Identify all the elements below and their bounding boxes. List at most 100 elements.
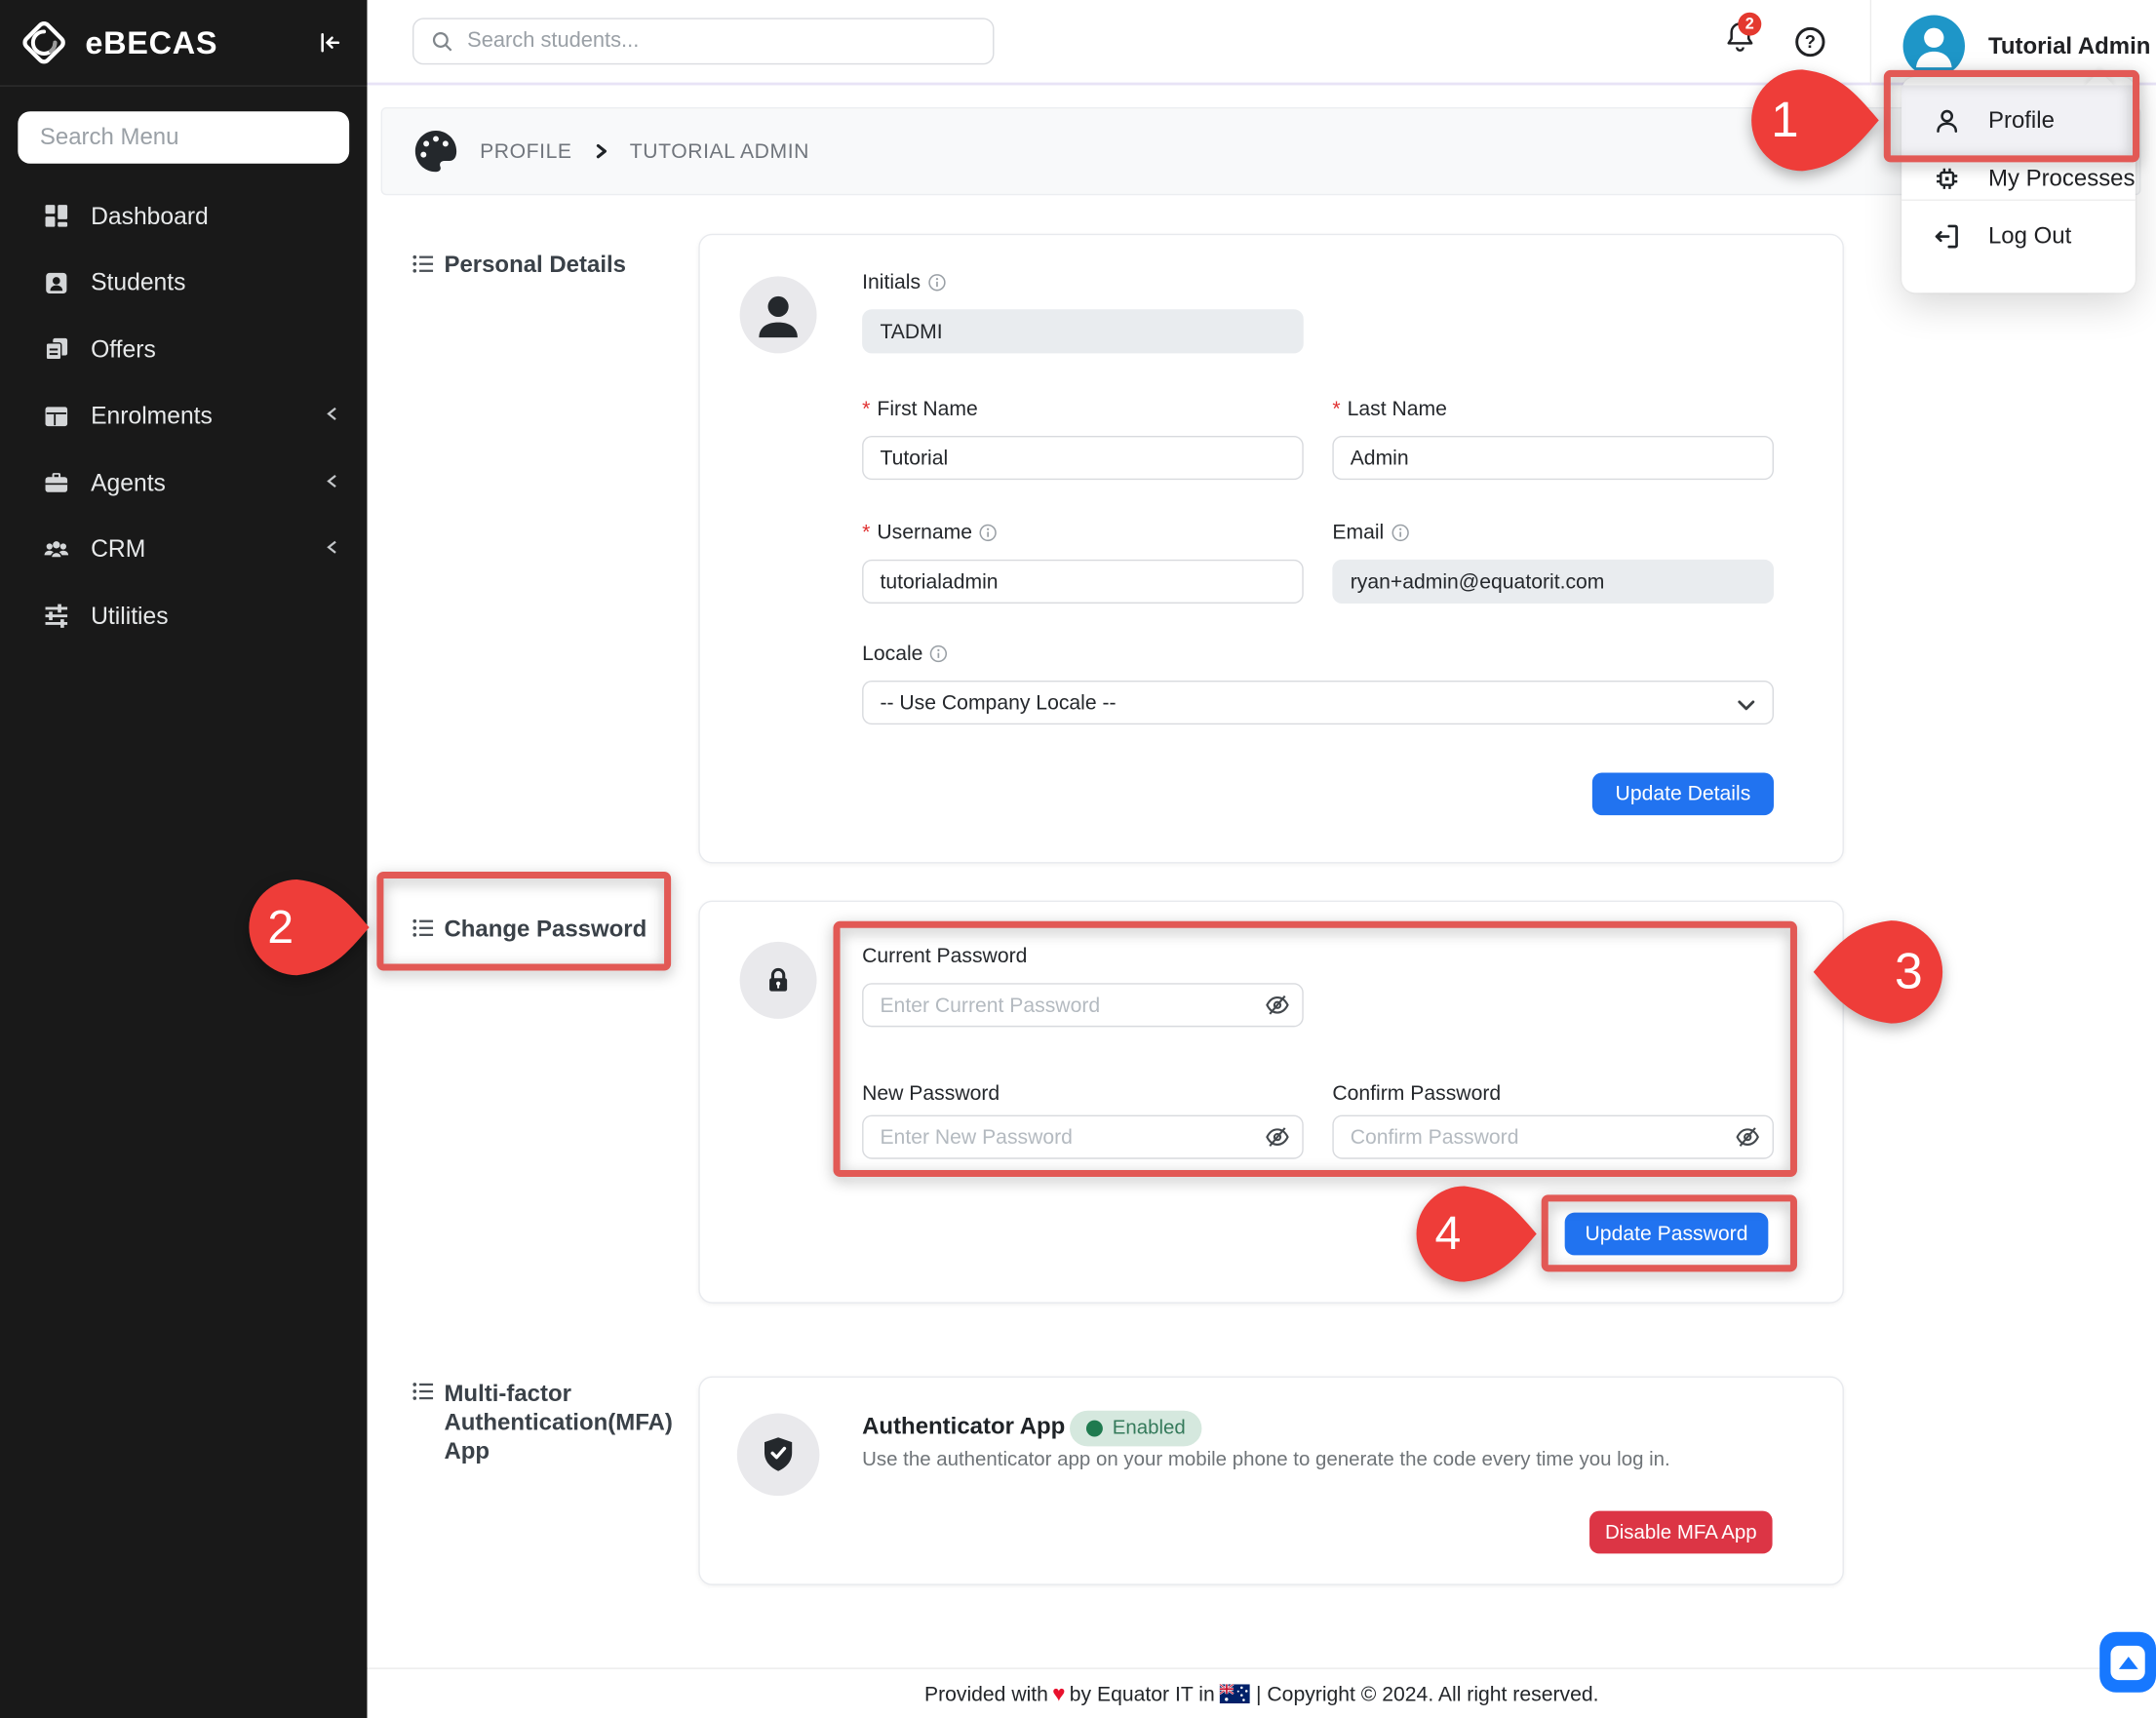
help-button[interactable]: ?	[1793, 24, 1827, 59]
footer-text: by Equator IT in	[1070, 1683, 1215, 1706]
toggle-new-password-visibility[interactable]	[1264, 1123, 1291, 1151]
menu-item-label: Profile	[1988, 107, 2055, 135]
update-details-button[interactable]: Update Details	[1592, 772, 1774, 815]
info-icon	[927, 274, 945, 292]
sidebar-item-label: Enrolments	[91, 402, 213, 431]
student-search-input[interactable]	[467, 29, 976, 54]
eye-off-icon	[1264, 1123, 1291, 1151]
username-label: *Username	[862, 521, 997, 544]
brand-name: eBECAS	[85, 24, 217, 61]
footer-text: | Copyright © 2024. All right reserved.	[1256, 1683, 1598, 1706]
user-avatar	[1903, 16, 1965, 77]
notifications-button[interactable]: 2	[1721, 20, 1762, 60]
user-name: Tutorial Admin	[1988, 32, 2150, 59]
last-name-field[interactable]	[1332, 436, 1774, 480]
sidebar-item-agents[interactable]: Agents	[0, 449, 367, 516]
info-icon	[929, 644, 947, 662]
chevron-left-icon	[323, 468, 342, 497]
menu-item-my-processes[interactable]: My Processes	[1901, 158, 2136, 199]
section-title: Multi-factor Authentication(MFA) App	[444, 1379, 694, 1465]
sidebar-item-dashboard[interactable]: Dashboard	[0, 183, 367, 250]
section-personal-details: Personal Details	[412, 252, 626, 279]
list-icon	[412, 1382, 433, 1401]
enrolments-icon	[43, 403, 70, 430]
person-icon	[1903, 16, 1965, 77]
locale-select[interactable]: -- Use Company Locale --	[862, 681, 1774, 724]
menu-search-input[interactable]	[40, 124, 328, 151]
profile-photo-placeholder	[740, 276, 817, 353]
ebecas-logo-icon	[20, 18, 69, 67]
username-field[interactable]	[862, 560, 1304, 604]
agents-icon	[43, 469, 70, 496]
disable-mfa-button[interactable]: Disable MFA App	[1589, 1511, 1773, 1554]
ebecas-app: eBECAS Dashboar	[0, 0, 2156, 1718]
new-password-field[interactable]	[862, 1115, 1304, 1159]
menu-item-label: Log Out	[1988, 222, 2071, 250]
status-dot-icon	[1086, 1421, 1103, 1437]
utilities-icon	[43, 603, 70, 630]
eye-off-icon	[1264, 992, 1291, 1019]
update-password-button[interactable]: Update Password	[1565, 1213, 1769, 1256]
chevron-left-icon	[323, 402, 342, 431]
section-mfa: Multi-factor Authentication(MFA) App	[412, 1379, 694, 1465]
person-icon	[740, 276, 817, 353]
svg-text:?: ?	[1805, 31, 1816, 52]
user-menu-trigger[interactable]: Tutorial Admin	[1903, 16, 2151, 77]
confirm-password-field[interactable]	[1332, 1115, 1774, 1159]
locale-selected-value: -- Use Company Locale --	[880, 691, 1116, 715]
info-icon	[1391, 524, 1408, 541]
person-icon	[1932, 106, 1962, 137]
breadcrumb: PROFILE TUTORIAL ADMIN	[381, 107, 2141, 195]
breadcrumb-current: TUTORIAL ADMIN	[630, 139, 809, 163]
sidebar-menu: Dashboard Students	[0, 180, 367, 650]
toggle-current-password-visibility[interactable]	[1264, 992, 1291, 1019]
locale-label: Locale	[862, 643, 948, 666]
sidebar-item-offers[interactable]: Offers	[0, 316, 367, 382]
first-name-label: *First Name	[862, 398, 978, 421]
menu-item-profile[interactable]: Profile	[1901, 85, 2136, 156]
crm-icon	[43, 536, 70, 564]
sidebar-item-crm[interactable]: CRM	[0, 516, 367, 582]
initials-label: Initials	[862, 271, 945, 294]
mfa-description: Use the authenticator app on your mobile…	[862, 1449, 1670, 1471]
search-icon	[430, 29, 453, 54]
sidebar: eBECAS Dashboar	[0, 0, 367, 1718]
footer-text: Provided with	[924, 1683, 1048, 1706]
heart-icon: ♥	[1052, 1683, 1065, 1706]
password-section-avatar	[740, 942, 817, 1019]
footer: Provided with♥by Equator IT in | Copyrigh…	[367, 1683, 2156, 1707]
student-search-box[interactable]	[412, 18, 994, 64]
sidebar-item-students[interactable]: Students	[0, 250, 367, 316]
sidebar-item-label: Utilities	[91, 602, 169, 631]
menu-item-log-out[interactable]: Log Out	[1901, 201, 2136, 272]
menu-item-label: My Processes	[1988, 165, 2136, 192]
breadcrumb-section[interactable]: PROFILE	[480, 139, 571, 163]
chevron-down-icon	[1736, 694, 1758, 717]
mfa-avatar	[737, 1414, 820, 1497]
students-icon	[43, 269, 70, 296]
change-password-card: Current Password New Password	[698, 901, 1844, 1304]
question-circle-icon: ?	[1793, 24, 1827, 59]
current-password-field[interactable]	[862, 983, 1304, 1027]
sidebar-item-label: Students	[91, 268, 185, 297]
sidebar-item-label: Agents	[91, 468, 166, 497]
scroll-to-top-button[interactable]	[2099, 1632, 2156, 1693]
sidebar-item-label: Offers	[91, 335, 156, 365]
palette-icon	[412, 127, 461, 176]
chevron-left-icon	[323, 535, 342, 565]
first-name-field[interactable]	[862, 436, 1304, 480]
lock-icon	[762, 963, 795, 996]
sidebar-logo-row: eBECAS	[0, 0, 367, 87]
sidebar-menu-search[interactable]	[18, 111, 349, 164]
sidebar-item-utilities[interactable]: Utilities	[0, 583, 367, 649]
offers-icon	[43, 335, 70, 363]
initials-field	[862, 309, 1304, 353]
logout-icon	[1932, 221, 1962, 252]
sidebar-collapse-icon[interactable]	[315, 27, 345, 58]
section-title: Personal Details	[444, 252, 626, 279]
eye-off-icon	[1734, 1123, 1761, 1151]
toggle-confirm-password-visibility[interactable]	[1734, 1123, 1761, 1151]
sidebar-item-enrolments[interactable]: Enrolments	[0, 383, 367, 449]
sidebar-item-label: CRM	[91, 535, 145, 565]
last-name-label: *Last Name	[1332, 398, 1447, 421]
